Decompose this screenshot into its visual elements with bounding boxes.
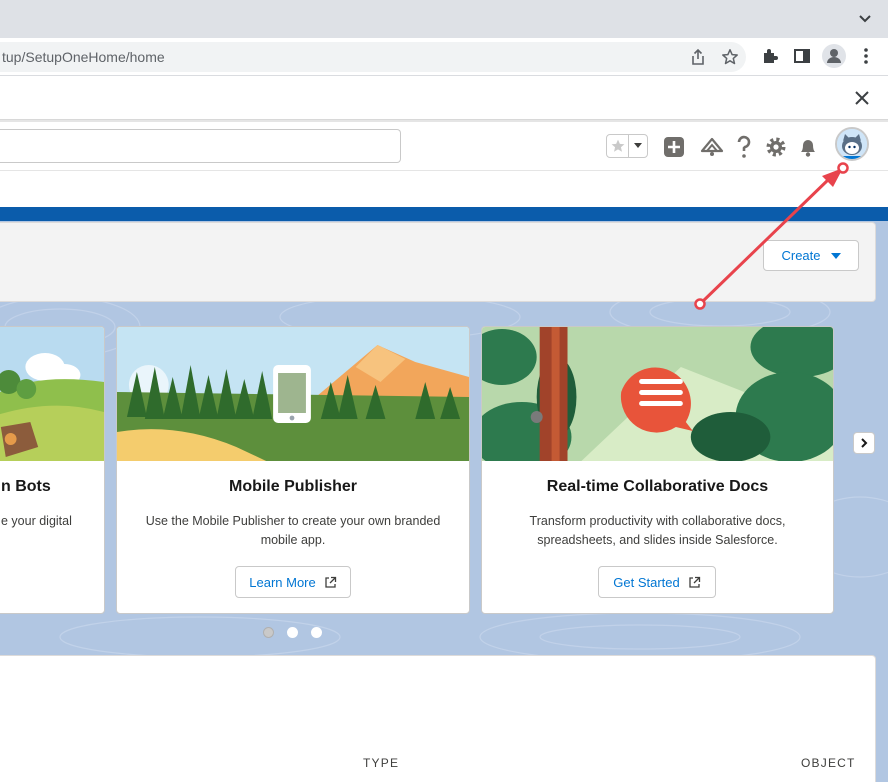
- carousel-card-bots: n Bots e your digital: [0, 326, 105, 614]
- extensions-icon[interactable]: [760, 46, 780, 66]
- card-title: n Bots: [1, 478, 51, 495]
- card-description: Transform productivity with collaborativ…: [529, 514, 786, 547]
- carousel-dot-1[interactable]: [263, 627, 274, 638]
- carousel-dot-2[interactable]: [287, 627, 298, 638]
- carousel-card-mobile-publisher: Mobile Publisher Use the Mobile Publishe…: [116, 326, 470, 614]
- card-description: e your digital: [1, 514, 72, 528]
- learn-more-label: Learn More: [249, 574, 316, 590]
- help-icon[interactable]: [732, 135, 756, 159]
- address-bar[interactable]: tup/SetupOneHome/home: [0, 42, 746, 72]
- carousel-card-collaborative-docs: Real-time Collaborative Docs Transform p…: [481, 326, 834, 614]
- chevron-down-icon[interactable]: [856, 10, 874, 28]
- page-header-card: [0, 222, 876, 302]
- card-title: Real-time Collaborative Docs: [546, 478, 769, 495]
- user-avatar[interactable]: [835, 127, 869, 161]
- browser-toolbar: tup/SetupOneHome/home: [0, 38, 888, 76]
- carousel-dot-3[interactable]: [311, 627, 322, 638]
- global-create-icon[interactable]: [662, 135, 686, 159]
- learn-more-button[interactable]: Learn More: [235, 566, 351, 598]
- profile-icon[interactable]: [822, 44, 846, 68]
- global-search-input[interactable]: [0, 129, 401, 163]
- get-started-label: Get Started: [613, 574, 680, 590]
- external-link-icon: [325, 576, 336, 588]
- setup-banner-bar: [0, 76, 888, 120]
- mobile-publisher-illustration: [117, 327, 469, 461]
- global-header: [0, 120, 888, 170]
- setup-gear-icon[interactable]: [764, 135, 788, 159]
- favorites-star-icon[interactable]: [607, 135, 629, 157]
- recent-items-card: [0, 655, 876, 782]
- more-icon[interactable]: [856, 46, 876, 66]
- card-description: Use the Mobile Publisher to create your …: [145, 514, 441, 547]
- notifications-bell-icon[interactable]: [796, 135, 820, 159]
- collaborative-docs-illustration: [482, 327, 833, 461]
- brand-band: [0, 207, 888, 221]
- app-navigation-bar: [0, 170, 888, 207]
- favorites-group: [606, 134, 648, 158]
- close-icon[interactable]: [852, 88, 872, 108]
- card-title: Mobile Publisher: [228, 478, 357, 495]
- column-header-object[interactable]: OBJECT: [801, 756, 856, 770]
- share-icon[interactable]: [688, 47, 708, 67]
- chevron-down-icon: [830, 252, 841, 259]
- carousel-next-button[interactable]: [853, 432, 875, 454]
- sidepanel-icon[interactable]: [792, 46, 812, 66]
- column-header-type[interactable]: TYPE: [363, 756, 399, 770]
- chevron-right-icon: [861, 438, 868, 448]
- favorites-dropdown-icon[interactable]: [629, 135, 647, 157]
- external-link-icon: [689, 576, 700, 588]
- get-started-button[interactable]: Get Started: [598, 566, 716, 598]
- bots-illustration: [0, 327, 104, 461]
- browser-tabstrip: [0, 0, 888, 38]
- url-text: tup/SetupOneHome/home: [2, 49, 165, 65]
- create-button-label: Create: [781, 248, 821, 263]
- trailhead-icon[interactable]: [700, 135, 724, 159]
- create-menu-button[interactable]: Create: [763, 240, 859, 271]
- star-icon[interactable]: [720, 47, 740, 67]
